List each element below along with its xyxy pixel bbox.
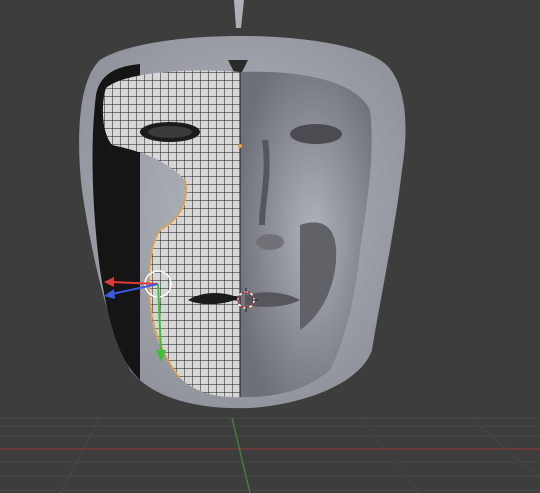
3d-viewport[interactable] xyxy=(0,0,540,493)
right-eye xyxy=(290,124,342,144)
viewport-canvas[interactable] xyxy=(0,0,540,493)
stem xyxy=(234,0,244,28)
nostril-right xyxy=(256,234,284,250)
vertex-point xyxy=(238,144,242,148)
y-axis-line xyxy=(231,417,251,493)
floor-grid xyxy=(0,417,540,493)
